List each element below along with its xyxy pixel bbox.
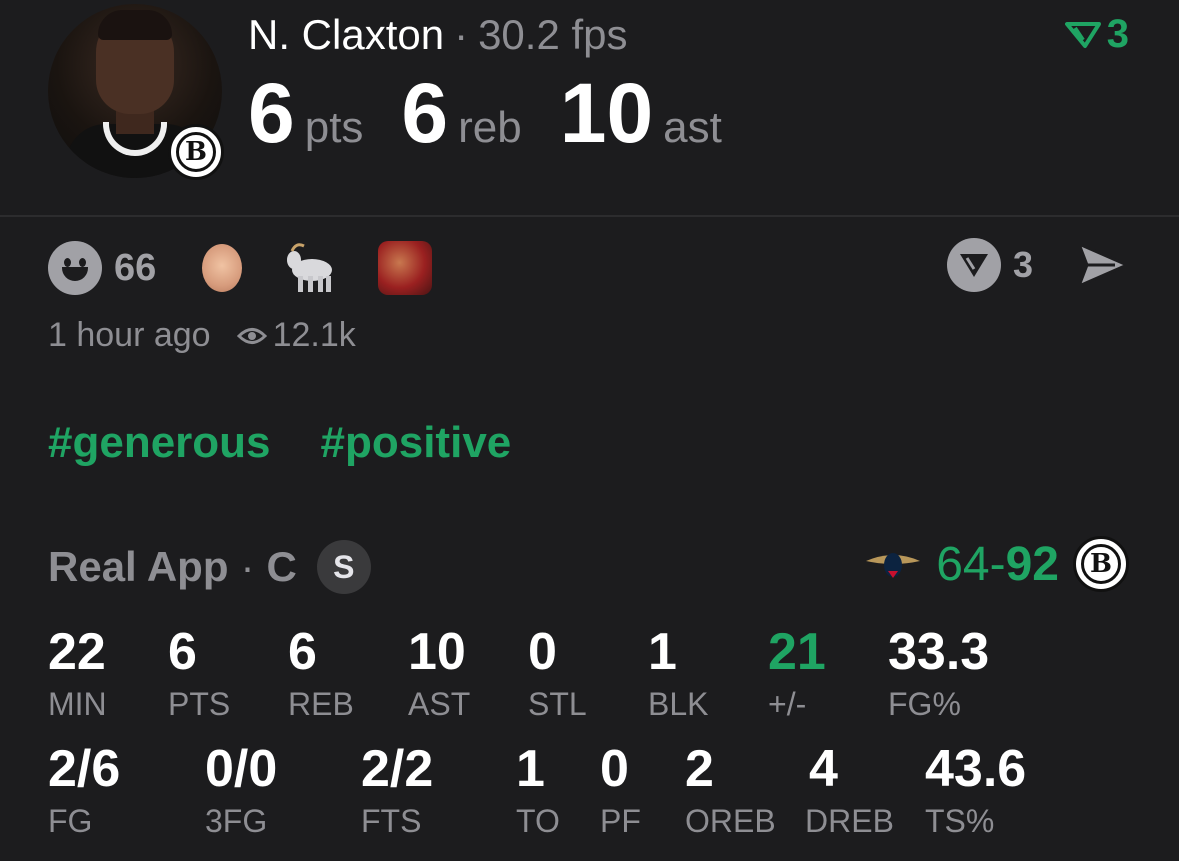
stat-label: PF: [600, 803, 641, 839]
stat-label: TO: [516, 803, 560, 839]
fantasy-points: 30.2 fps: [478, 11, 628, 58]
divider: [0, 215, 1179, 217]
player-face-emoji[interactable]: [202, 244, 243, 292]
stat-value: 6: [288, 623, 317, 681]
post-meta: 1 hour ago 12.1k: [48, 316, 356, 355]
stat-label: FTS: [361, 803, 422, 839]
fantasy-count: 3: [1106, 12, 1129, 56]
stat-label: BLK: [648, 686, 709, 722]
jordan-emoji[interactable]: [378, 241, 433, 295]
player-position: C: [266, 543, 297, 590]
headline-stat-value: 6: [401, 66, 449, 160]
stat-dreb: 4 DREB: [805, 741, 894, 839]
view-count: 12.1k: [272, 316, 356, 354]
game-score[interactable]: 64- 92 B: [864, 536, 1129, 592]
stat-label: TS%: [925, 803, 995, 839]
headline-stat-unit: ast: [663, 103, 722, 152]
v-flag-icon: [1064, 21, 1101, 48]
stat-ts-pct: 43.6 TS%: [925, 741, 1026, 839]
stat-label: STL: [528, 686, 587, 722]
reaction-count: 66: [114, 246, 157, 289]
nets-logo-icon: B: [1081, 544, 1121, 584]
v-logo-icon[interactable]: [946, 238, 1001, 292]
v-count: 3: [1012, 244, 1033, 285]
home-team-badge: B: [1073, 536, 1129, 592]
v-logo-glyph-icon: [959, 254, 988, 277]
separator-dot: ·: [240, 543, 255, 590]
player-name[interactable]: N. Claxton: [248, 11, 444, 58]
stat-stl: 0 STL: [528, 624, 587, 722]
pelicans-logo-icon: [866, 553, 921, 578]
stat-label: FG%: [888, 686, 961, 722]
stat-reb: 6 REB: [288, 624, 354, 722]
stat-value: 2/2: [361, 740, 434, 798]
stat-label: AST: [408, 686, 471, 722]
stat-value: 6: [168, 623, 197, 681]
stat-label: 3FG: [205, 803, 268, 839]
share-actions: 3: [946, 238, 1131, 292]
score-home: 92: [1005, 537, 1059, 591]
stat-pts: 6 PTS: [168, 624, 230, 722]
separator-dot: ·: [454, 11, 469, 58]
stat-label: +/-: [768, 686, 807, 722]
stat-ast: 10 AST: [408, 624, 470, 722]
source-app: Real App: [48, 543, 229, 590]
stat-plus-minus: 21 +/-: [768, 624, 826, 722]
stat-value: 2/6: [48, 740, 121, 798]
headline-stats: 6 pts 6 reb 10 ast: [248, 68, 760, 158]
stat-oreb: 2 OREB: [685, 741, 776, 839]
stat-fts: 2/2 FTS: [361, 741, 433, 839]
stat-value: 2: [685, 740, 714, 798]
stat-value: 0: [528, 623, 557, 681]
stat-value: 22: [48, 623, 106, 681]
stat-value: 1: [516, 740, 545, 798]
stat-label: MIN: [48, 686, 107, 722]
stat-3fg: 0/0 3FG: [205, 741, 277, 839]
reaction-row: 66: [48, 240, 433, 296]
stat-label: DREB: [805, 803, 894, 839]
goat-emoji[interactable]: [282, 240, 338, 296]
timestamp: 1 hour ago: [48, 316, 211, 354]
starter-badge: S: [316, 540, 371, 594]
view-count-group: 12.1k: [236, 316, 356, 355]
stat-value: 21: [768, 623, 826, 681]
stat-fg: 2/6 FG: [48, 741, 120, 839]
stat-pf: 0 PF: [600, 741, 641, 839]
nets-logo-icon: B: [176, 132, 216, 172]
source-line: Real App · C S: [48, 540, 371, 594]
stat-label: REB: [288, 686, 354, 722]
stat-fg-pct: 33.3 FG%: [888, 624, 989, 722]
stat-value: 43.6: [925, 740, 1027, 798]
stat-value: 4: [809, 740, 838, 798]
stat-to: 1 TO: [516, 741, 560, 839]
fantasy-badge[interactable]: 3: [1064, 12, 1129, 57]
stat-value: 1: [648, 623, 677, 681]
stat-label: OREB: [685, 803, 776, 839]
stat-value: 0: [600, 740, 629, 798]
team-logo-badge: B: [168, 124, 224, 180]
smile-icon[interactable]: [48, 241, 102, 295]
stat-label: PTS: [168, 686, 231, 722]
stat-label: FG: [48, 803, 93, 839]
stat-value: 10: [408, 623, 466, 681]
stat-value: 33.3: [888, 623, 990, 681]
stat-value: 0/0: [205, 740, 278, 798]
player-name-line: N. Claxton · 30.2 fps: [248, 10, 628, 60]
headline-stat-value: 6: [248, 66, 295, 160]
stat-min: 22 MIN: [48, 624, 107, 722]
eye-icon: [236, 327, 267, 344]
hashtag-generous[interactable]: #generous: [48, 418, 271, 468]
stat-blk: 1 BLK: [648, 624, 708, 722]
headline-stat-unit: reb: [458, 103, 522, 152]
hashtag-list: #generous #positive: [48, 418, 511, 468]
hashtag-positive[interactable]: #positive: [321, 418, 512, 468]
headline-stat-value: 10: [559, 66, 654, 160]
send-icon[interactable]: [1075, 240, 1131, 290]
score-away: 64-: [936, 537, 1006, 591]
headline-stat-unit: pts: [304, 103, 364, 152]
